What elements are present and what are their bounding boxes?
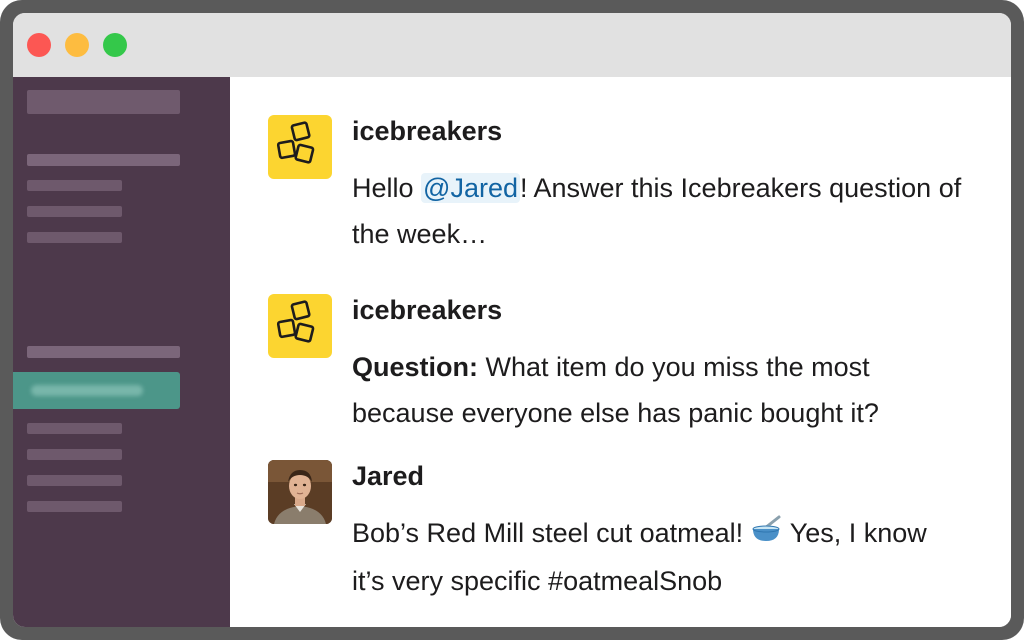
sender-name[interactable]: icebreakers	[352, 294, 502, 326]
user-mention[interactable]: @Jared	[421, 173, 520, 203]
message: icebreakers Question: What item do you m…	[268, 294, 988, 444]
maximize-window-button[interactable]	[103, 33, 127, 57]
message-text: Bob’s Red Mill steel cut oatmeal! Yes, I…	[352, 510, 962, 604]
title-bar	[13, 13, 1011, 77]
device-frame: icebreakers Hello @Jared! Answer this Ic…	[0, 0, 1024, 640]
question-label: Question:	[352, 352, 478, 382]
message-text: Hello @Jared! Answer this Icebreakers qu…	[352, 165, 962, 257]
ice-cubes-icon[interactable]	[268, 115, 332, 179]
workspace-name-placeholder[interactable]	[27, 90, 180, 114]
message: icebreakers Hello @Jared! Answer this Ic…	[268, 115, 988, 265]
minimize-window-button[interactable]	[65, 33, 89, 57]
message-pane: icebreakers Hello @Jared! Answer this Ic…	[230, 77, 1011, 627]
sidebar-section-header-placeholder[interactable]	[27, 346, 180, 358]
sender-name[interactable]: Jared	[352, 460, 424, 492]
message: Jared Bob’s Red Mill steel cut oatmeal! …	[268, 460, 988, 610]
sidebar-item-placeholder[interactable]	[27, 206, 122, 217]
sidebar-item-placeholder[interactable]	[27, 232, 122, 243]
sidebar	[13, 77, 230, 627]
bowl-with-spoon-icon	[751, 512, 783, 558]
close-window-button[interactable]	[27, 33, 51, 57]
sidebar-item-active-channel[interactable]	[13, 372, 180, 409]
app-window: icebreakers Hello @Jared! Answer this Ic…	[13, 13, 1011, 627]
sender-name[interactable]: icebreakers	[352, 115, 502, 147]
user-avatar[interactable]	[268, 460, 332, 524]
sidebar-section-header-placeholder[interactable]	[27, 154, 180, 166]
ice-cubes-icon[interactable]	[268, 294, 332, 358]
sidebar-item-placeholder[interactable]	[27, 475, 122, 486]
sidebar-item-placeholder[interactable]	[27, 180, 122, 191]
sidebar-item-placeholder[interactable]	[27, 449, 122, 460]
message-text-part: Bob’s Red Mill steel cut oatmeal!	[352, 518, 751, 548]
sidebar-item-placeholder[interactable]	[27, 501, 122, 512]
sidebar-item-placeholder[interactable]	[27, 423, 122, 434]
message-text: Question: What item do you miss the most…	[352, 344, 962, 436]
active-channel-label-blurred	[31, 385, 143, 396]
message-text-greeting: Hello	[352, 173, 422, 203]
